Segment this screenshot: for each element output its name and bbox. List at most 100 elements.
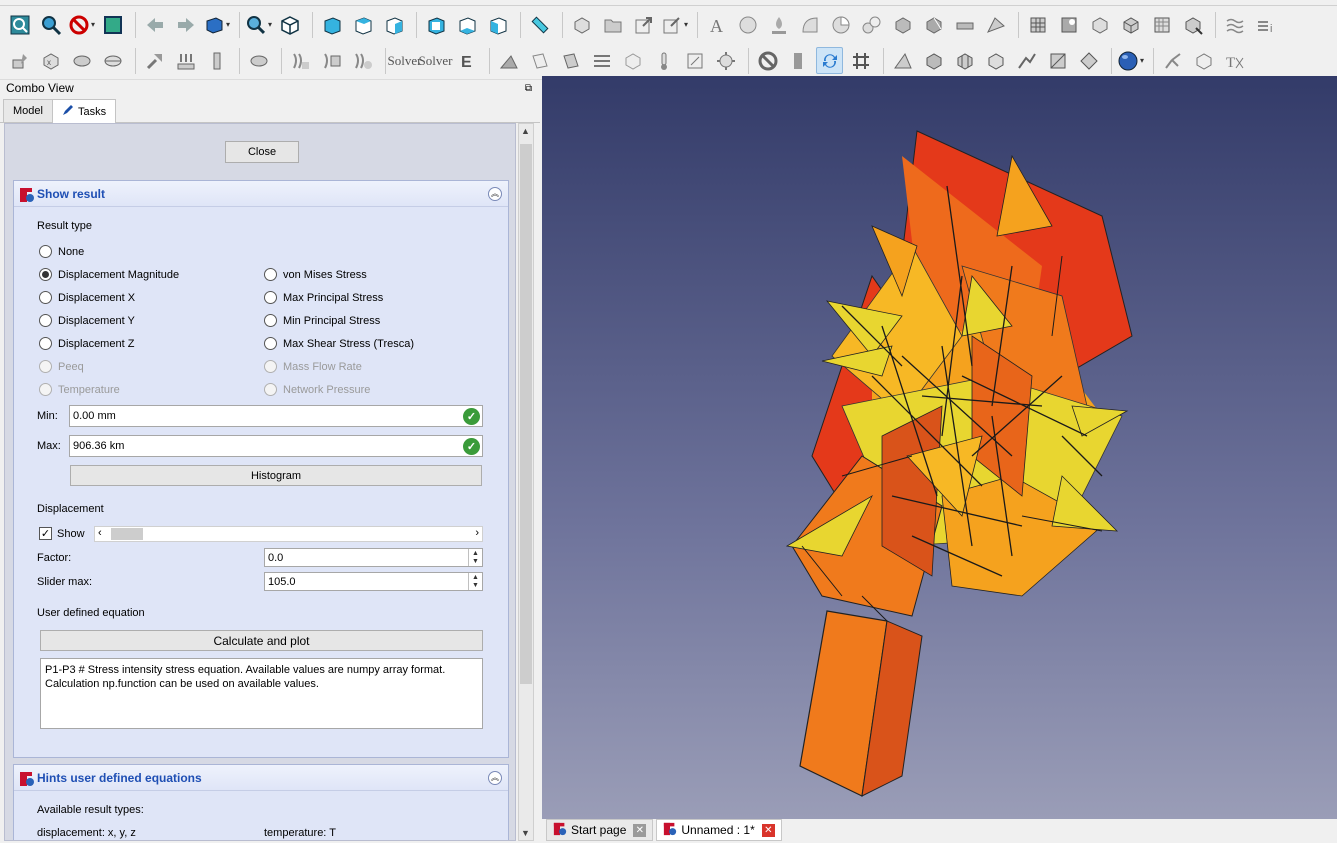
tab-tasks[interactable]: Tasks [51,99,117,123]
clip-plane-icon[interactable] [889,47,916,74]
mesh-tool-icon[interactable] [982,11,1009,38]
hints-header[interactable]: Hints user defined equations ︽ [14,765,508,791]
cut-function-icon[interactable] [1013,47,1040,74]
collapse-icon[interactable]: ︽ [488,770,502,785]
front-view-icon[interactable] [318,11,345,38]
3d-viewport[interactable] [542,76,1337,819]
measure-distance-icon[interactable] [526,11,553,38]
solver-calculix-icon[interactable]: Solver [419,47,453,74]
show-result-header[interactable]: Show result ︽ [14,181,508,207]
bottom-view-icon[interactable] [453,11,480,38]
radio-displacement-magnitude[interactable]: Displacement Magnitude [39,268,179,281]
element-shell-icon[interactable] [619,47,646,74]
radio-max-principal[interactable]: Max Principal Stress [264,291,383,304]
radio-displacement-y[interactable]: Displacement Y [39,314,135,327]
top-view-icon[interactable] [349,11,376,38]
mesh-box-icon[interactable] [1190,47,1217,74]
panel-scrollbar[interactable]: ▲ ▼ [518,123,534,841]
mesh-3d-icon[interactable] [1117,11,1144,38]
fit-selection-icon[interactable] [37,11,64,38]
text-icon[interactable]: A [703,11,730,38]
mesh-grid-icon[interactable] [1024,11,1051,38]
sync-view-icon[interactable] [816,47,843,74]
wave-icon[interactable] [1221,11,1248,38]
back-arrow-icon[interactable] [141,11,168,38]
std-views-icon[interactable] [203,11,230,38]
rear-view-icon[interactable] [422,11,449,38]
block-icon[interactable] [785,47,812,74]
thermometer-icon[interactable] [650,47,677,74]
scroll-down-icon[interactable]: ▼ [521,828,530,838]
results-show-icon[interactable] [712,47,739,74]
constraint-displacement-icon[interactable]: x [37,47,64,74]
drop-icon[interactable] [765,11,792,38]
curve-icon[interactable] [796,11,823,38]
solver-ccx-icon[interactable]: Solver [388,47,422,74]
histogram-button[interactable]: Histogram [70,465,482,486]
spin-arrows-icon[interactable]: ▲ ▼ [468,573,482,590]
scalar-clip-icon[interactable] [982,47,1009,74]
tx-tool-icon[interactable]: T [1221,47,1248,74]
isometric-view-icon[interactable] [276,11,303,38]
close-button[interactable]: Close [225,141,299,163]
constraint-pressure-icon[interactable] [172,47,199,74]
constraint-force-icon[interactable] [141,47,168,74]
thermal-temp-icon[interactable] [318,47,345,74]
section-icon[interactable] [920,47,947,74]
spheres-icon[interactable] [858,11,885,38]
left-view-icon[interactable] [484,11,511,38]
results-purge-icon[interactable] [681,47,708,74]
radio-von-mises[interactable]: von Mises Stress [264,268,367,281]
equation-textarea[interactable]: P1-P3 # Stress intensity stress equation… [40,658,483,729]
min-field[interactable]: 0.00 mm ✓ [69,405,483,427]
material-fluid-icon[interactable] [526,47,553,74]
thermal-flux-icon[interactable] [287,47,314,74]
constraint-spring-icon[interactable] [245,47,272,74]
mesh-region-icon[interactable] [1055,11,1082,38]
chevron-left-icon[interactable]: ‹ [98,527,102,539]
radio-min-principal[interactable]: Min Principal Stress [264,314,380,327]
post-glyph-icon[interactable] [1044,47,1071,74]
constraint-centrifugal-icon[interactable] [203,47,230,74]
constraint-tie-icon[interactable] [99,47,126,74]
forward-arrow-icon[interactable] [172,11,199,38]
link-icon[interactable] [661,11,688,38]
tab-model[interactable]: Model [3,99,53,122]
tab-unnamed[interactable]: Unnamed : 1* ✕ [656,819,782,841]
show-checkbox[interactable]: ✓ Show [39,527,85,540]
fit-all-icon[interactable] [6,11,33,38]
close-tab-icon[interactable]: ✕ [633,823,647,837]
undock-icon[interactable]: ⧉ [525,83,532,94]
calculate-plot-button[interactable]: Calculate and plot [40,630,483,651]
info-icon[interactable]: i [1252,11,1279,38]
chevron-right-icon[interactable]: › [475,527,479,539]
tab-start-page[interactable]: Start page ✕ [546,819,654,841]
solid-box-icon[interactable] [889,11,916,38]
scrollbar-thumb[interactable] [520,144,532,684]
solid-cut-icon[interactable] [920,11,947,38]
spin-arrows-icon[interactable]: ▲ ▼ [468,549,482,566]
factor-spinbox[interactable]: 0.0 ▲ ▼ [264,548,483,567]
bounding-box-icon[interactable] [99,11,126,38]
close-tab-icon[interactable]: ✕ [761,823,775,837]
sphere-icon[interactable] [734,11,761,38]
max-field[interactable]: 906.36 km ✓ [69,435,483,457]
constraint-fixed-icon[interactable] [6,47,33,74]
slider-thumb[interactable] [111,528,143,540]
mesh-net-icon[interactable] [1159,47,1186,74]
radio-displacement-z[interactable]: Displacement Z [39,337,134,350]
radio-max-shear[interactable]: Max Shear Stress (Tresca) [264,337,414,350]
mesh-group-icon[interactable] [1086,11,1113,38]
pie-icon[interactable] [827,11,854,38]
beam-icon[interactable] [951,11,978,38]
slider-max-spinbox[interactable]: 105.0 ▲ ▼ [264,572,483,591]
material-nonlinear-icon[interactable] [557,47,584,74]
no-draw-icon[interactable] [754,47,781,74]
right-view-icon[interactable] [380,11,407,38]
zoom-icon[interactable] [245,11,272,38]
mesh-cells-icon[interactable] [1148,11,1175,38]
grid-icon[interactable] [847,47,874,74]
collapse-icon[interactable]: ︽ [488,186,502,201]
constraint-contact-icon[interactable] [68,47,95,74]
pipeline-sphere-icon[interactable] [1117,47,1144,74]
